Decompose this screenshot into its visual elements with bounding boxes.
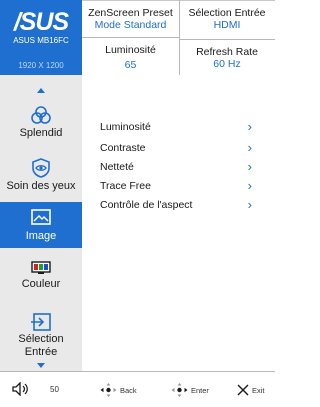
scroll-down-icon[interactable] xyxy=(37,363,45,368)
status-info-grid: ZenScreen Preset Mode Standard Sélection… xyxy=(82,0,275,75)
nav-enter[interactable]: Enter xyxy=(171,383,221,397)
brightness-info: Luminosité 65 xyxy=(82,44,179,71)
input-select-icon xyxy=(31,313,51,331)
menu-label-sharpness: Netteté xyxy=(100,161,134,173)
chevron-right-icon: › xyxy=(247,197,252,212)
preset-value: Mode Standard xyxy=(94,19,167,31)
enter-joystick-icon xyxy=(171,383,188,397)
color-icon xyxy=(31,261,51,274)
sidebar-label-eye-care: Soin des yeux xyxy=(6,180,76,192)
nav-back[interactable]: Back xyxy=(100,383,150,397)
close-icon xyxy=(237,384,249,396)
preset-label: ZenScreen Preset xyxy=(88,7,173,19)
preset-info: ZenScreen Preset Mode Standard xyxy=(82,7,179,31)
sidebar-label-splendid: Splendid xyxy=(19,127,63,139)
scroll-up-icon[interactable] xyxy=(37,88,45,93)
menu-item-aspect-control[interactable]: Contrôle de l'aspect › xyxy=(100,196,258,214)
asus-logo: /SUS xyxy=(13,8,69,36)
menu-label-trace-free: Trace Free xyxy=(100,180,151,192)
chevron-right-icon: › xyxy=(247,119,252,134)
menu-label-aspect-control: Contrôle de l'aspect xyxy=(100,199,193,211)
menu-item-brightness[interactable]: Luminosité › xyxy=(100,118,258,136)
enter-label: Enter xyxy=(191,386,209,395)
menu-item-sharpness[interactable]: Netteté › xyxy=(100,158,258,176)
menu-label-contrast: Contraste xyxy=(100,142,146,154)
speaker-icon xyxy=(12,382,28,396)
refresh-value: 60 Hz xyxy=(213,58,241,70)
nav-exit[interactable]: Exit xyxy=(235,383,273,397)
brightness-label: Luminosité xyxy=(105,44,156,56)
back-label: Back xyxy=(120,386,137,395)
resolution-readout: 1920 X 1200 xyxy=(18,61,64,70)
sidebar-label-input-select: Sélection Entrée xyxy=(18,333,64,358)
splendid-icon xyxy=(31,106,51,124)
brand-panel: /SUS ASUS MB16FC 1920 X 1200 xyxy=(0,0,82,75)
sidebar: Splendid Soin des yeux Image Couleur Sél… xyxy=(0,75,82,371)
footer-bar: 50 Back Enter Exit xyxy=(0,371,275,407)
menu-label-brightness: Luminosité xyxy=(100,121,151,133)
sidebar-item-color[interactable]: Couleur xyxy=(0,261,82,301)
menu-item-contrast[interactable]: Contraste › xyxy=(100,139,258,157)
refresh-label: Refresh Rate xyxy=(196,46,258,58)
refresh-info: Refresh Rate 60 Hz xyxy=(179,46,275,70)
sidebar-item-input-select[interactable]: Sélection Entrée xyxy=(0,313,82,361)
input-info: Sélection Entrée HDMI xyxy=(179,7,275,31)
sidebar-item-image[interactable]: Image xyxy=(0,202,82,248)
menu-item-trace-free[interactable]: Trace Free › xyxy=(100,177,258,195)
sidebar-item-eye-care[interactable]: Soin des yeux xyxy=(0,158,82,198)
input-label: Sélection Entrée xyxy=(188,7,266,19)
chevron-right-icon: › xyxy=(247,178,252,193)
volume-value: 50 xyxy=(50,385,59,394)
chevron-right-icon: › xyxy=(247,159,252,174)
sidebar-label-color: Couleur xyxy=(21,278,61,290)
volume-indicator: 50 xyxy=(0,372,82,407)
image-submenu: Luminosité › Contraste › Netteté › Trace… xyxy=(82,75,275,371)
sidebar-item-splendid[interactable]: Splendid xyxy=(0,106,82,146)
eye-care-icon xyxy=(32,158,50,178)
input-value: HDMI xyxy=(213,19,241,31)
chevron-right-icon: › xyxy=(247,140,252,155)
sidebar-label-image: Image xyxy=(25,230,57,242)
monitor-model: ASUS MB16FC xyxy=(13,36,69,45)
back-joystick-icon xyxy=(100,383,117,397)
brightness-value: 65 xyxy=(124,59,137,71)
image-icon xyxy=(31,209,51,225)
exit-label: Exit xyxy=(252,386,265,395)
